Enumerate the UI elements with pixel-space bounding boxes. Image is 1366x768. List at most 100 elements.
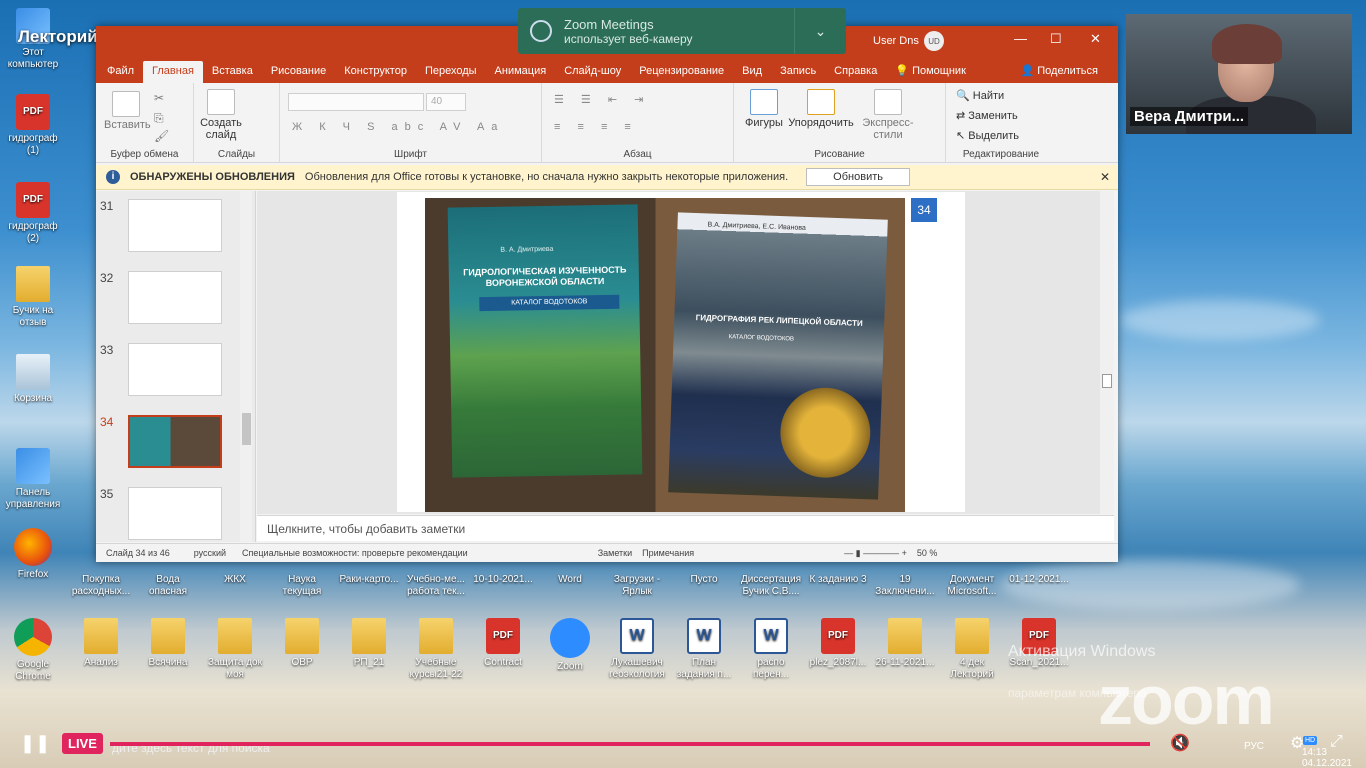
zoom-slider[interactable]: — ▮ ———— + [844,548,907,559]
stream-progress-bar[interactable] [110,742,1150,746]
group-paragraph: ☰ ☰ ⇤ ⇥ ≡ ≡ ≡ ≡ Абзац [542,83,734,163]
desktop-icon[interactable]: Защита док моя [204,618,266,681]
slide-thumbnail[interactable] [128,271,222,324]
tab[interactable]: Конструктор [335,61,416,83]
tab[interactable]: Файл [98,61,143,83]
new-slide-button[interactable]: Создать слайд [198,89,244,141]
font-size-field[interactable]: 40 [426,93,466,111]
share-button[interactable]: 👤 Поделиться [1020,64,1098,77]
ppt-user-name[interactable]: User Dns [873,35,919,47]
slide-thumbnail[interactable] [128,199,222,252]
replace-button[interactable]: ⇄ Заменить [956,109,1018,122]
helper-search[interactable]: 💡 Помощник [886,60,975,83]
taskbar-clock[interactable]: 14:13 04.12.2021 [1302,747,1352,768]
tab[interactable]: Слайд-шоу [555,61,630,83]
desktop-icon[interactable]: Панель управления [2,448,64,511]
desktop-icon[interactable]: 19 Заключени... [874,574,936,598]
desktop-icon[interactable]: Word [539,574,601,586]
copy-icon[interactable]: ⎘ [154,111,164,126]
desktop-icon[interactable]: Документ Microsoft... [941,574,1003,598]
find-button[interactable]: 🔍 Найти [956,89,1004,102]
desktop-icon[interactable]: PDF гидрограф (2) [2,182,64,245]
desktop-icon[interactable]: Wраспо перен... [740,618,802,681]
pause-icon[interactable]: ❚❚ [20,733,50,755]
chevron-down-icon[interactable]: ⌄ [794,8,846,54]
select-button[interactable]: ↖ Выделить [956,129,1019,142]
tab[interactable]: Рецензирование [630,61,733,83]
notes-button[interactable]: Заметки [598,548,632,558]
slide-thumbnail[interactable] [128,343,222,396]
desktop-icon[interactable]: Всячина [137,618,199,669]
maximize-icon[interactable]: ☐ [1050,31,1062,47]
tab[interactable]: Переходы [416,61,486,83]
close-icon[interactable]: ✕ [1090,31,1101,47]
quick-styles-button[interactable]: Экспресс-стили [858,89,918,141]
desktop-icon[interactable]: РП_21 [338,618,400,669]
update-button[interactable]: Обновить [806,168,910,186]
zoom-camera-toast[interactable]: Zoom Meetings использует веб-камеру ⌄ [518,8,846,54]
arrange-button[interactable]: Упорядочить [786,89,856,129]
shapes-button[interactable]: Фигуры [742,89,786,129]
thumbnail-scrollbar[interactable] [240,191,252,542]
scroll-knob[interactable] [242,413,251,445]
desktop-icon[interactable]: ЖКХ [204,574,266,586]
slide-thumbnail[interactable] [128,415,222,468]
desktop-icon[interactable]: W План задания п... [673,618,735,681]
tab[interactable]: Запись [771,61,825,83]
tab[interactable]: Вид [733,61,771,83]
format-painter-icon[interactable]: 🖌 [154,129,169,143]
close-icon[interactable]: ✕ [1100,170,1110,184]
font-format-buttons[interactable]: Ж К Ч S abc AV Aa [292,121,504,133]
desktop-icon[interactable]: W Лукашевич геоэкология [606,618,668,681]
comments-button[interactable]: Примечания [642,548,694,558]
desktop-icon[interactable]: Наука текущая [271,574,333,598]
notes-input[interactable]: Щелкните, чтобы добавить заметки [257,515,1114,541]
minimize-icon[interactable]: — [1014,31,1027,46]
scroll-knob[interactable] [1102,374,1112,388]
tab[interactable]: Анимация [486,61,556,83]
list-buttons[interactable]: ☰ ☰ ⇤ ⇥ [554,93,650,106]
desktop-icon[interactable]: Учебные курсы21-22 [405,618,467,681]
desktop-icon[interactable]: Корзина [2,354,64,405]
mute-icon[interactable]: 🔇 [1170,733,1190,753]
current-slide[interactable]: В. А. Дмитриева ГИДРОЛОГИЧЕСКАЯ ИЗУЧЕННО… [397,192,965,512]
desktop-icon[interactable]: К заданию 3 [807,574,869,586]
desktop-icon[interactable]: Учебно-ме... работа тек... [405,574,467,598]
desktop-icon[interactable]: Диссертация Бучик С.В.... [740,574,802,598]
slide-thumbnail[interactable] [128,487,222,540]
desktop-icon[interactable]: ОВР [271,618,333,669]
desktop-icon[interactable]: Раки-карто... [338,574,400,586]
slide-canvas: В. А. Дмитриева ГИДРОЛОГИЧЕСКАЯ ИЗУЧЕННО… [257,191,1107,514]
desktop-icon[interactable]: PDF plez_2087l... [807,618,869,669]
desktop-icon[interactable]: 10-10-2021... [472,574,534,586]
desktop-icon[interactable]: 01-12-2021... [1008,574,1070,586]
tab[interactable]: Вставка [203,61,262,83]
cut-icon[interactable]: ✂ [154,91,164,105]
desktop-icon[interactable]: Покупка расходных... [70,574,132,598]
slide-scrollbar[interactable] [1100,191,1114,514]
zoom-level[interactable]: 50 % [917,548,938,558]
desktop-icon[interactable]: Пусто [673,574,735,586]
font-name-field[interactable] [288,93,424,111]
desktop-icon[interactable]: Google Chrome [2,618,64,683]
desktop-icon[interactable]: 26-11-2021... [874,618,936,669]
desktop-icon[interactable]: 4 дек Лекторий [941,618,1003,681]
participant-video[interactable]: Вера Дмитри... [1126,14,1352,134]
tab[interactable]: Главная [143,61,203,83]
input-language[interactable]: РУС [1244,741,1264,752]
accessibility-status[interactable]: Специальные возможности: проверьте реком… [242,548,468,558]
avatar[interactable]: UD [924,31,944,51]
desktop-icon[interactable]: Firefox [2,528,64,581]
desktop-icon[interactable]: Zoom [539,618,601,673]
desktop-icon[interactable]: Бучик на отзыв [2,266,64,329]
desktop-icon[interactable]: Анализ [70,618,132,669]
align-buttons[interactable]: ≡ ≡ ≡ ≡ [554,121,638,133]
tab[interactable]: Рисование [262,61,335,83]
desktop-icon[interactable]: PDF гидрограф (1) [2,94,64,157]
paste-button[interactable]: Вставить [104,91,151,131]
desktop-icon[interactable]: Вода опасная [137,574,199,598]
desktop-icon[interactable]: Загрузки - Ярлык [606,574,668,598]
language[interactable]: русский [194,548,226,558]
tab[interactable]: Справка [825,61,886,83]
desktop-icon[interactable]: PDF Contract [472,618,534,669]
